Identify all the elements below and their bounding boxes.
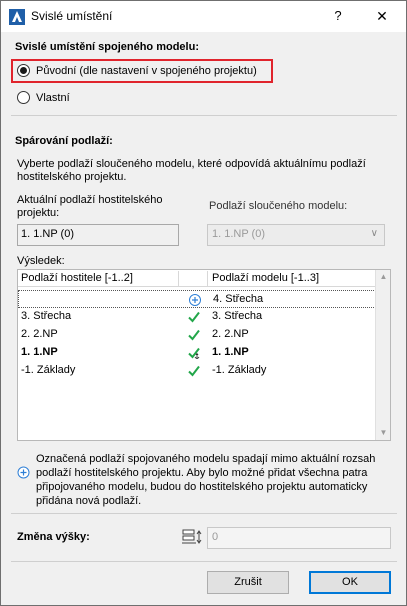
- model-story-cell: -1. Základy: [212, 364, 267, 376]
- placement-heading: Svislé umístění spojeného modelu:: [15, 41, 199, 53]
- table-row[interactable]: 1. 1.NP 1. 1.NP: [18, 344, 376, 362]
- table-row[interactable]: 3. Střecha 3. Střecha: [18, 308, 376, 326]
- model-story-value: 1. 1.NP (0): [212, 228, 265, 240]
- radio-custom-option[interactable]: Vlastní: [17, 91, 70, 104]
- title-bar: Svislé umístění ? ✕: [1, 1, 406, 32]
- host-story-field: 1. 1.NP (0): [17, 224, 179, 246]
- radio-custom-label: Vlastní: [36, 91, 70, 104]
- story-elevation-icon: [182, 529, 202, 544]
- scroll-down-icon[interactable]: ▼: [376, 426, 391, 440]
- table-row[interactable]: -1. Základy -1. Základy: [18, 362, 376, 380]
- model-story-cell: 1. 1.NP: [212, 346, 249, 358]
- window-title: Svislé umístění: [31, 9, 113, 23]
- header-separator: [207, 271, 208, 286]
- table-scrollbar[interactable]: ▲ ▼: [375, 270, 390, 440]
- model-story-cell: 2. 2.NP: [212, 328, 249, 340]
- radio-original[interactable]: [17, 64, 30, 77]
- host-story-label: Aktuální podlaží hostitelského projektu:: [17, 194, 163, 219]
- model-story-cell: 4. Střecha: [213, 293, 264, 305]
- result-table[interactable]: Podlaží hostitele [-1..2] Podlaží modelu…: [17, 269, 391, 441]
- host-column-header[interactable]: Podlaží hostitele [-1..2]: [21, 272, 133, 284]
- archicad-app-icon: [9, 9, 25, 25]
- chevron-down-icon: ∨: [370, 228, 378, 239]
- divider-3: [11, 561, 397, 562]
- model-column-header[interactable]: Podlaží modelu [-1..3]: [212, 272, 319, 284]
- model-story-dropdown[interactable]: 1. 1.NP (0) ∨: [207, 224, 385, 246]
- host-story-cell: -1. Základy: [21, 364, 76, 376]
- radio-original-option[interactable]: Původní (dle nastavení v spojeného proje…: [17, 64, 257, 77]
- help-button[interactable]: ?: [327, 6, 349, 26]
- header-separator: [178, 271, 179, 286]
- radio-custom[interactable]: [17, 91, 30, 104]
- dialog-window: Svislé umístění ? ✕ Svislé umístění spoj…: [0, 0, 407, 606]
- check-icon: [188, 311, 200, 323]
- result-label: Výsledek:: [17, 255, 65, 267]
- check-icon: [188, 329, 200, 341]
- divider-2: [11, 513, 397, 514]
- close-button[interactable]: ✕: [367, 5, 397, 27]
- result-table-header: Podlaží hostitele [-1..2] Podlaží modelu…: [18, 270, 376, 287]
- check-icon: [188, 365, 200, 377]
- table-row[interactable]: 4. Střecha: [18, 290, 376, 308]
- height-change-input[interactable]: 0: [207, 527, 391, 549]
- model-story-cell: 3. Střecha: [212, 310, 263, 322]
- ok-button[interactable]: OK: [309, 571, 391, 594]
- host-story-cell: 3. Střecha: [21, 310, 72, 322]
- radio-original-label: Původní (dle nastavení v spojeného proje…: [36, 64, 257, 77]
- scroll-up-icon[interactable]: ▲: [376, 270, 391, 284]
- pairing-heading: Spárování podlaží:: [15, 135, 113, 147]
- add-icon: [189, 294, 201, 306]
- add-story-icon: [17, 466, 30, 479]
- height-change-label: Změna výšky:: [17, 531, 90, 543]
- divider-1: [11, 115, 397, 116]
- check-anchor-icon: [188, 347, 200, 359]
- model-story-label: Podlaží sloučeného modelu:: [209, 200, 348, 212]
- cancel-button[interactable]: Zrušit: [207, 571, 289, 594]
- table-row[interactable]: 2. 2.NP 2. 2.NP: [18, 326, 376, 344]
- host-story-cell: 1. 1.NP: [21, 346, 58, 358]
- pairing-description: Vyberte podlaží sloučeného modelu, které…: [17, 158, 366, 183]
- host-story-cell: 2. 2.NP: [21, 328, 58, 340]
- note-text: Označená podlaží spojovaného modelu spad…: [36, 453, 376, 507]
